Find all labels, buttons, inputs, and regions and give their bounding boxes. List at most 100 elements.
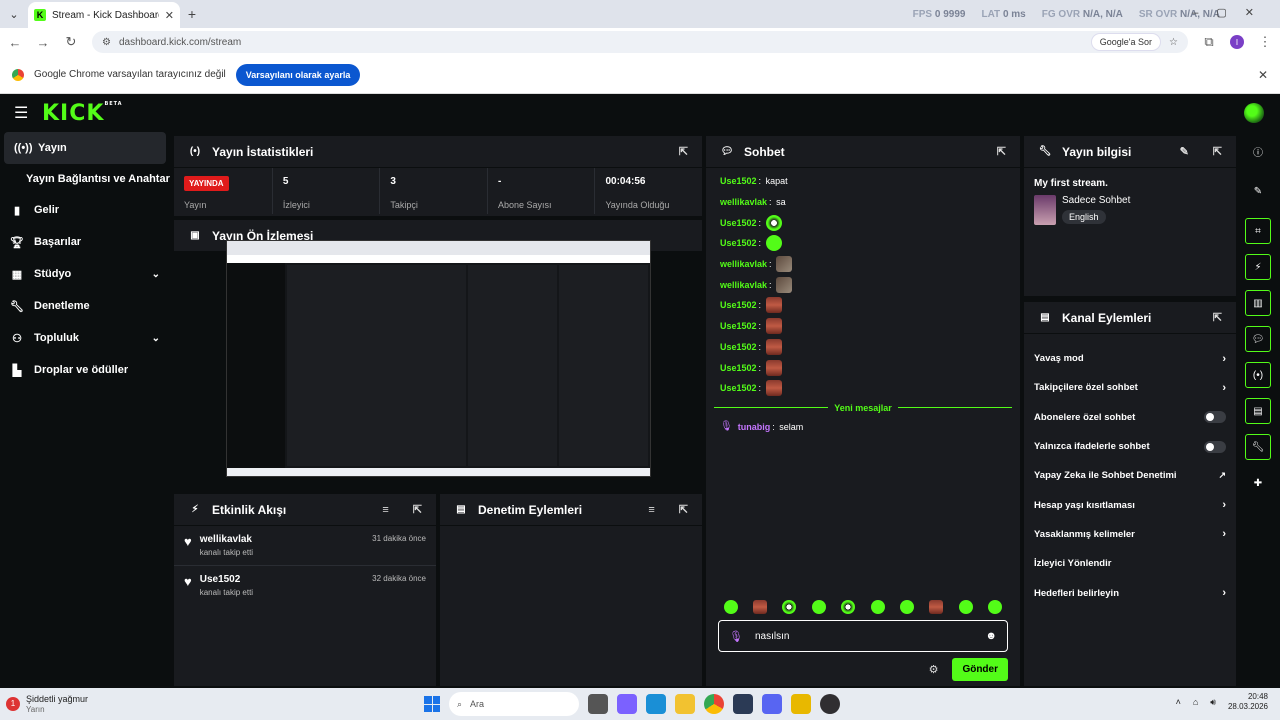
profile-avatar[interactable]: I: [1230, 35, 1244, 49]
bolt-icon[interactable]: ⚡︎: [1245, 254, 1271, 280]
emote-icon[interactable]: [753, 600, 768, 614]
filter-icon[interactable]: ≡: [382, 504, 388, 516]
bookmark-star-icon[interactable]: ☆: [1169, 37, 1178, 48]
copilot-icon[interactable]: [617, 694, 637, 714]
broadcast-icon[interactable]: (•): [1245, 362, 1271, 388]
emote-icon[interactable]: [811, 600, 826, 614]
obs-icon[interactable]: [820, 694, 840, 714]
chat-message[interactable]: Use1502:: [706, 316, 1020, 337]
emote-icon[interactable]: [900, 600, 915, 614]
action-ai-moderation[interactable]: Yapay Zeka ile Sohbet Denetimi ↗: [1024, 461, 1236, 490]
sidebar-item-denetleme[interactable]: 🔧︎ Denetleme: [0, 290, 170, 322]
scan-icon[interactable]: ⌗: [1245, 218, 1271, 244]
emote-icon[interactable]: [929, 600, 944, 614]
chat-message[interactable]: Use1502:: [706, 233, 1020, 254]
action-followers-only[interactable]: Takipçilere özel sohbet ›: [1024, 373, 1236, 402]
chat-message[interactable]: Use1502:: [706, 212, 1020, 233]
forward-icon[interactable]: →: [36, 35, 50, 50]
chat-message[interactable]: 🎙︎ tunabig: selam: [706, 417, 1020, 438]
chat-message[interactable]: Use1502: kapat: [706, 171, 1020, 192]
popout-icon[interactable]: ⇱: [679, 145, 688, 158]
sidebar-item-studyo[interactable]: ▦ Stüdyo ⌄: [0, 258, 170, 290]
chat-message[interactable]: wellikavlak:: [706, 254, 1020, 275]
sidebar-item-stream-key[interactable]: Yayın Bağlantısı ve Anahtarı: [0, 164, 170, 194]
chat-input-text[interactable]: nasılsın: [755, 631, 973, 642]
chat-username[interactable]: Use1502: [720, 300, 757, 310]
sidebar-item-gelir[interactable]: ▮ Gelir: [0, 194, 170, 226]
new-tab-icon[interactable]: +: [180, 6, 204, 22]
chat-message[interactable]: Use1502:: [706, 378, 1020, 399]
emote-icon[interactable]: [958, 600, 973, 614]
action-set-goals[interactable]: Hedefleri belirleyin ›: [1024, 578, 1236, 607]
set-default-button[interactable]: Varsayılanı olarak ayarla: [235, 63, 361, 86]
user-avatar[interactable]: [1244, 103, 1264, 123]
chat-message[interactable]: wellikavlak: sa: [706, 192, 1020, 213]
chat-settings-gear-icon[interactable]: ⚙: [929, 663, 939, 676]
sidebar-item-basarilar[interactable]: 🏆︎ Başarılar: [0, 226, 170, 258]
emote-icon[interactable]: [988, 600, 1003, 614]
back-icon[interactable]: ←: [8, 35, 22, 50]
chat-username[interactable]: Use1502: [720, 321, 757, 331]
subscribers-only-toggle[interactable]: [1204, 411, 1226, 424]
chat-bubble-icon[interactable]: 💬︎: [1245, 326, 1271, 352]
emotes-only-toggle[interactable]: [1204, 440, 1226, 453]
tab-search-icon[interactable]: ⌄: [0, 0, 28, 28]
server-icon[interactable]: ▤: [1245, 398, 1271, 424]
hamburger-menu-icon[interactable]: ☰: [14, 103, 34, 123]
browser-menu-icon[interactable]: ⋮: [1258, 34, 1272, 50]
add-widget-icon[interactable]: ✚: [1245, 470, 1271, 496]
edge-icon[interactable]: [646, 694, 666, 714]
network-icon[interactable]: ⌂: [1193, 697, 1198, 707]
weather-widget[interactable]: 1 Şiddetli yağmur Yarın: [6, 694, 306, 714]
tray-chevron-icon[interactable]: ˄: [1176, 697, 1181, 707]
emote-icon[interactable]: [782, 600, 797, 614]
chat-username[interactable]: Use1502: [720, 176, 757, 186]
edit-pencil-icon[interactable]: ✎: [1245, 178, 1271, 204]
stream-preview-video[interactable]: [226, 240, 651, 477]
extensions-icon[interactable]: ⧉: [1202, 34, 1216, 50]
chat-username[interactable]: tunabig: [738, 422, 771, 432]
filter-icon[interactable]: ≡: [648, 504, 654, 516]
send-button[interactable]: Gönder: [952, 658, 1008, 681]
sidebar-item-topluluk[interactable]: ⚇ Topluluk ⌄: [0, 322, 170, 354]
document-icon[interactable]: ▥: [1245, 290, 1271, 316]
popout-icon[interactable]: ⇱: [1213, 311, 1222, 324]
chrome-icon[interactable]: [704, 694, 724, 714]
chat-username[interactable]: wellikavlak: [720, 280, 767, 290]
windows-start-icon[interactable]: [424, 696, 440, 712]
tab-close-icon[interactable]: ✕: [165, 9, 174, 22]
chat-message[interactable]: wellikavlak:: [706, 274, 1020, 295]
emote-icon[interactable]: [841, 600, 856, 614]
popout-icon[interactable]: ⇱: [413, 503, 422, 516]
file-explorer-icon[interactable]: [675, 694, 695, 714]
app-icon[interactable]: [791, 694, 811, 714]
reload-icon[interactable]: ↻: [64, 34, 78, 50]
chat-message[interactable]: Use1502:: [706, 357, 1020, 378]
taskbar-search[interactable]: ⌕ Ara: [449, 692, 579, 716]
url-field[interactable]: ⚙ dashboard.kick.com/stream Google'a Sor…: [92, 31, 1188, 53]
discord-icon[interactable]: [762, 694, 782, 714]
chat-input[interactable]: 🎙︎ nasılsın ☻: [718, 620, 1008, 652]
action-host-viewers[interactable]: İzleyici Yönlendir: [1024, 549, 1236, 578]
infobar-close-icon[interactable]: ✕: [1258, 68, 1268, 82]
clock[interactable]: 20:48 28.03.2026: [1228, 692, 1268, 713]
volume-icon[interactable]: 🔊︎: [1210, 697, 1216, 708]
popout-icon[interactable]: ⇱: [997, 145, 1006, 158]
chat-message[interactable]: Use1502:: [706, 295, 1020, 316]
site-info-icon[interactable]: ⚙: [102, 37, 111, 48]
store-icon[interactable]: [733, 694, 753, 714]
sidebar-item-droplar[interactable]: ▙ Droplar ve ödüller: [0, 354, 170, 386]
emote-icon[interactable]: [870, 600, 885, 614]
wrench-icon[interactable]: 🔧︎: [1245, 434, 1271, 460]
chat-username[interactable]: Use1502: [720, 218, 757, 228]
google-sor-button[interactable]: Google'a Sor: [1090, 33, 1162, 51]
task-view-icon[interactable]: [588, 694, 608, 714]
popout-icon[interactable]: ⇱: [1213, 145, 1222, 158]
window-controls[interactable]: –▢✕: [1192, 6, 1272, 19]
chat-username[interactable]: Use1502: [720, 342, 757, 352]
action-banned-words[interactable]: Yasaklanmış kelimeler ›: [1024, 520, 1236, 549]
action-slow-mode[interactable]: Yavaş mod ›: [1024, 344, 1236, 373]
edit-pencil-icon[interactable]: ✎: [1180, 145, 1189, 158]
info-icon[interactable]: ⓘ: [1245, 138, 1271, 164]
popout-icon[interactable]: ⇱: [679, 503, 688, 516]
